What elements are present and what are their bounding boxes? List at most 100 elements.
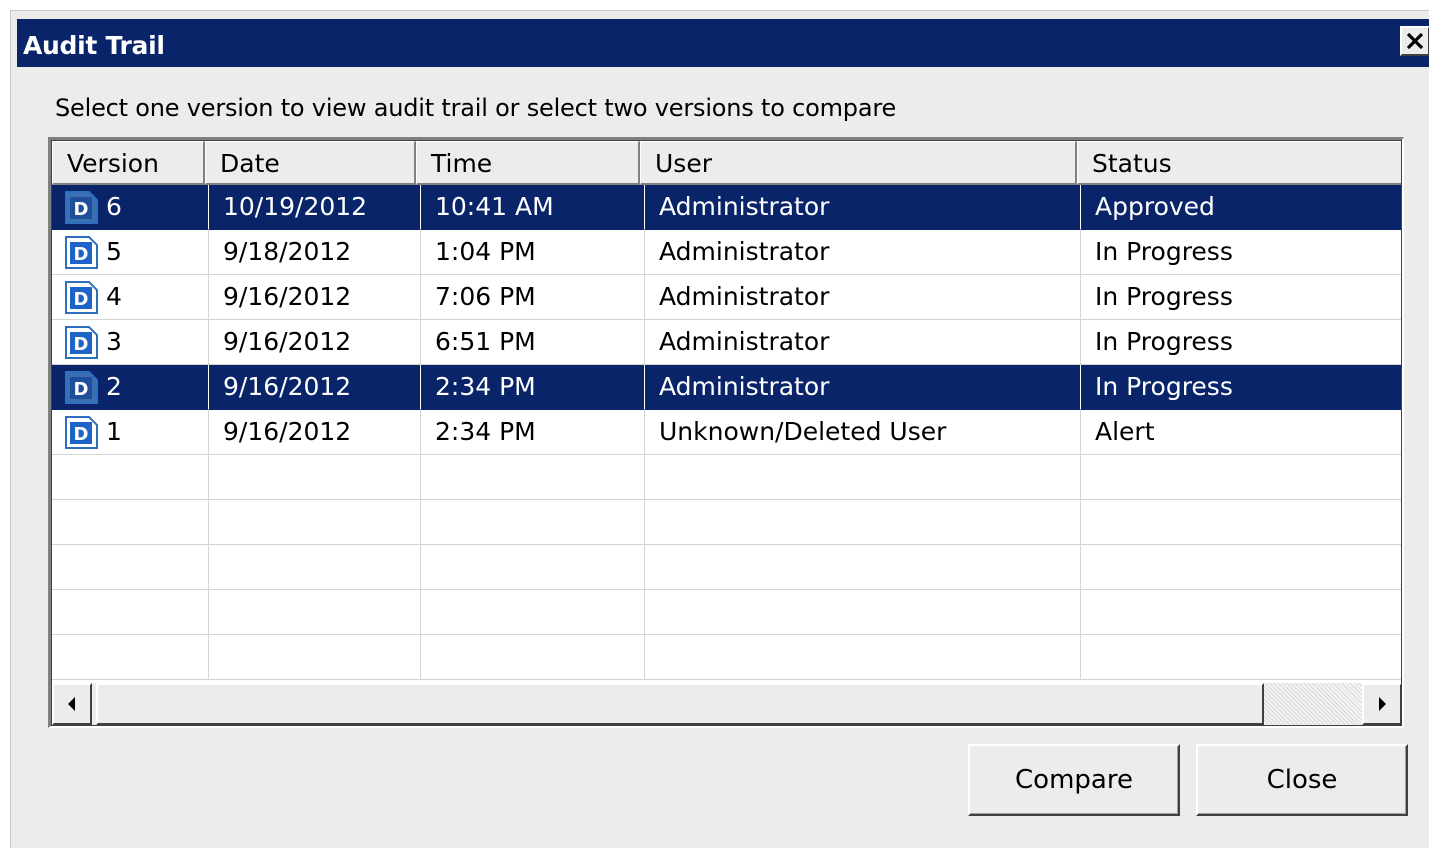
svg-text:D: D <box>74 379 89 400</box>
empty-cell <box>52 590 209 635</box>
grid-header: Version Date Time User Status <box>52 141 1401 185</box>
column-header-status[interactable]: Status <box>1077 141 1401 185</box>
compare-button[interactable]: Compare <box>968 744 1180 816</box>
cell-user: Administrator <box>645 365 1081 410</box>
document-d-icon: D <box>64 414 100 450</box>
cell-user: Administrator <box>645 230 1081 275</box>
scrollbar-thumb[interactable] <box>96 683 1264 725</box>
column-header-user[interactable]: User <box>640 141 1077 185</box>
cell-time: 2:34 PM <box>421 365 645 410</box>
title-bar: Audit Trail <box>17 19 1429 67</box>
empty-cell <box>421 635 645 680</box>
cell-date: 9/16/2012 <box>209 365 421 410</box>
version-number: 1 <box>106 417 122 446</box>
empty-cell <box>1081 635 1401 680</box>
empty-cell <box>645 500 1081 545</box>
cell-status: Alert <box>1081 410 1401 455</box>
svg-text:D: D <box>74 199 89 220</box>
close-window-button[interactable] <box>1400 26 1429 56</box>
table-row[interactable]: D 1 9/16/2012 2:34 PM Unknown/Deleted User A… <box>52 410 1401 455</box>
cell-status: In Progress <box>1081 230 1401 275</box>
cell-version: D 4 <box>52 275 209 320</box>
empty-cell <box>645 545 1081 590</box>
cell-time: 10:41 AM <box>421 185 645 230</box>
empty-row <box>52 500 1401 545</box>
empty-cell <box>645 635 1081 680</box>
empty-cell <box>209 455 421 500</box>
cell-status: In Progress <box>1081 275 1401 320</box>
table-row[interactable]: D 4 9/16/2012 7:06 PM Administrator In Progr… <box>52 275 1401 320</box>
cell-status: Approved <box>1081 185 1401 230</box>
empty-cell <box>52 635 209 680</box>
close-button[interactable]: Close <box>1196 744 1408 816</box>
column-header-version[interactable]: Version <box>52 141 205 185</box>
document-d-icon: D <box>64 369 100 405</box>
empty-row <box>52 545 1401 590</box>
window-title: Audit Trail <box>23 31 165 60</box>
cell-date: 10/19/2012 <box>209 185 421 230</box>
empty-cell <box>209 590 421 635</box>
empty-cell <box>52 545 209 590</box>
cell-version: D 6 <box>52 185 209 230</box>
empty-cell <box>1081 455 1401 500</box>
cell-version: D 2 <box>52 365 209 410</box>
svg-text:D: D <box>74 424 89 445</box>
svg-text:D: D <box>74 334 89 355</box>
document-d-icon: D <box>64 324 100 360</box>
empty-cell <box>421 500 645 545</box>
scrollbar-track[interactable] <box>1264 683 1362 725</box>
close-icon <box>1406 32 1424 50</box>
cell-user: Administrator <box>645 320 1081 365</box>
cell-version: D 5 <box>52 230 209 275</box>
empty-row <box>52 590 1401 635</box>
empty-row <box>52 635 1401 680</box>
version-number: 4 <box>106 282 122 311</box>
version-number: 5 <box>106 237 122 266</box>
empty-cell <box>645 590 1081 635</box>
table-row[interactable]: D 6 10/19/2012 10:41 AM Administrator Approv… <box>52 185 1401 230</box>
column-header-date[interactable]: Date <box>205 141 416 185</box>
empty-row <box>52 455 1401 500</box>
cell-user: Administrator <box>645 275 1081 320</box>
version-number: 6 <box>106 192 122 221</box>
arrow-left-icon <box>68 697 75 711</box>
cell-time: 1:04 PM <box>421 230 645 275</box>
scroll-right-button[interactable] <box>1362 683 1401 725</box>
document-d-icon: D <box>64 234 100 270</box>
cell-version: D 1 <box>52 410 209 455</box>
cell-status: In Progress <box>1081 365 1401 410</box>
empty-cell <box>1081 545 1401 590</box>
cell-date: 9/16/2012 <box>209 320 421 365</box>
cell-status: In Progress <box>1081 320 1401 365</box>
table-row[interactable]: D 3 9/16/2012 6:51 PM Administrator In Progr… <box>52 320 1401 365</box>
cell-time: 6:51 PM <box>421 320 645 365</box>
empty-cell <box>645 455 1081 500</box>
horizontal-scrollbar[interactable] <box>52 683 1401 725</box>
cell-date: 9/16/2012 <box>209 410 421 455</box>
grid-rows: D 6 10/19/2012 10:41 AM Administrator Approv… <box>52 185 1401 680</box>
versions-grid: Version Date Time User Status D 6 10/19/2… <box>48 137 1404 728</box>
version-number: 2 <box>106 372 122 401</box>
empty-cell <box>1081 590 1401 635</box>
svg-text:D: D <box>74 289 89 310</box>
empty-cell <box>52 500 209 545</box>
empty-cell <box>209 545 421 590</box>
cell-user: Administrator <box>645 185 1081 230</box>
empty-cell <box>209 635 421 680</box>
version-number: 3 <box>106 327 122 356</box>
empty-cell <box>421 590 645 635</box>
scroll-left-button[interactable] <box>52 683 92 725</box>
cell-version: D 3 <box>52 320 209 365</box>
document-d-icon: D <box>64 279 100 315</box>
column-header-time[interactable]: Time <box>416 141 640 185</box>
empty-cell <box>421 455 645 500</box>
svg-text:D: D <box>74 244 89 265</box>
instruction-text: Select one version to view audit trail o… <box>55 94 897 122</box>
audit-trail-dialog: Audit Trail Select one version to view a… <box>10 10 1429 848</box>
table-row[interactable]: D 5 9/18/2012 1:04 PM Administrator In Progr… <box>52 230 1401 275</box>
empty-cell <box>209 500 421 545</box>
arrow-right-icon <box>1379 697 1386 711</box>
cell-time: 7:06 PM <box>421 275 645 320</box>
cell-time: 2:34 PM <box>421 410 645 455</box>
table-row[interactable]: D 2 9/16/2012 2:34 PM Administrator In Progr… <box>52 365 1401 410</box>
